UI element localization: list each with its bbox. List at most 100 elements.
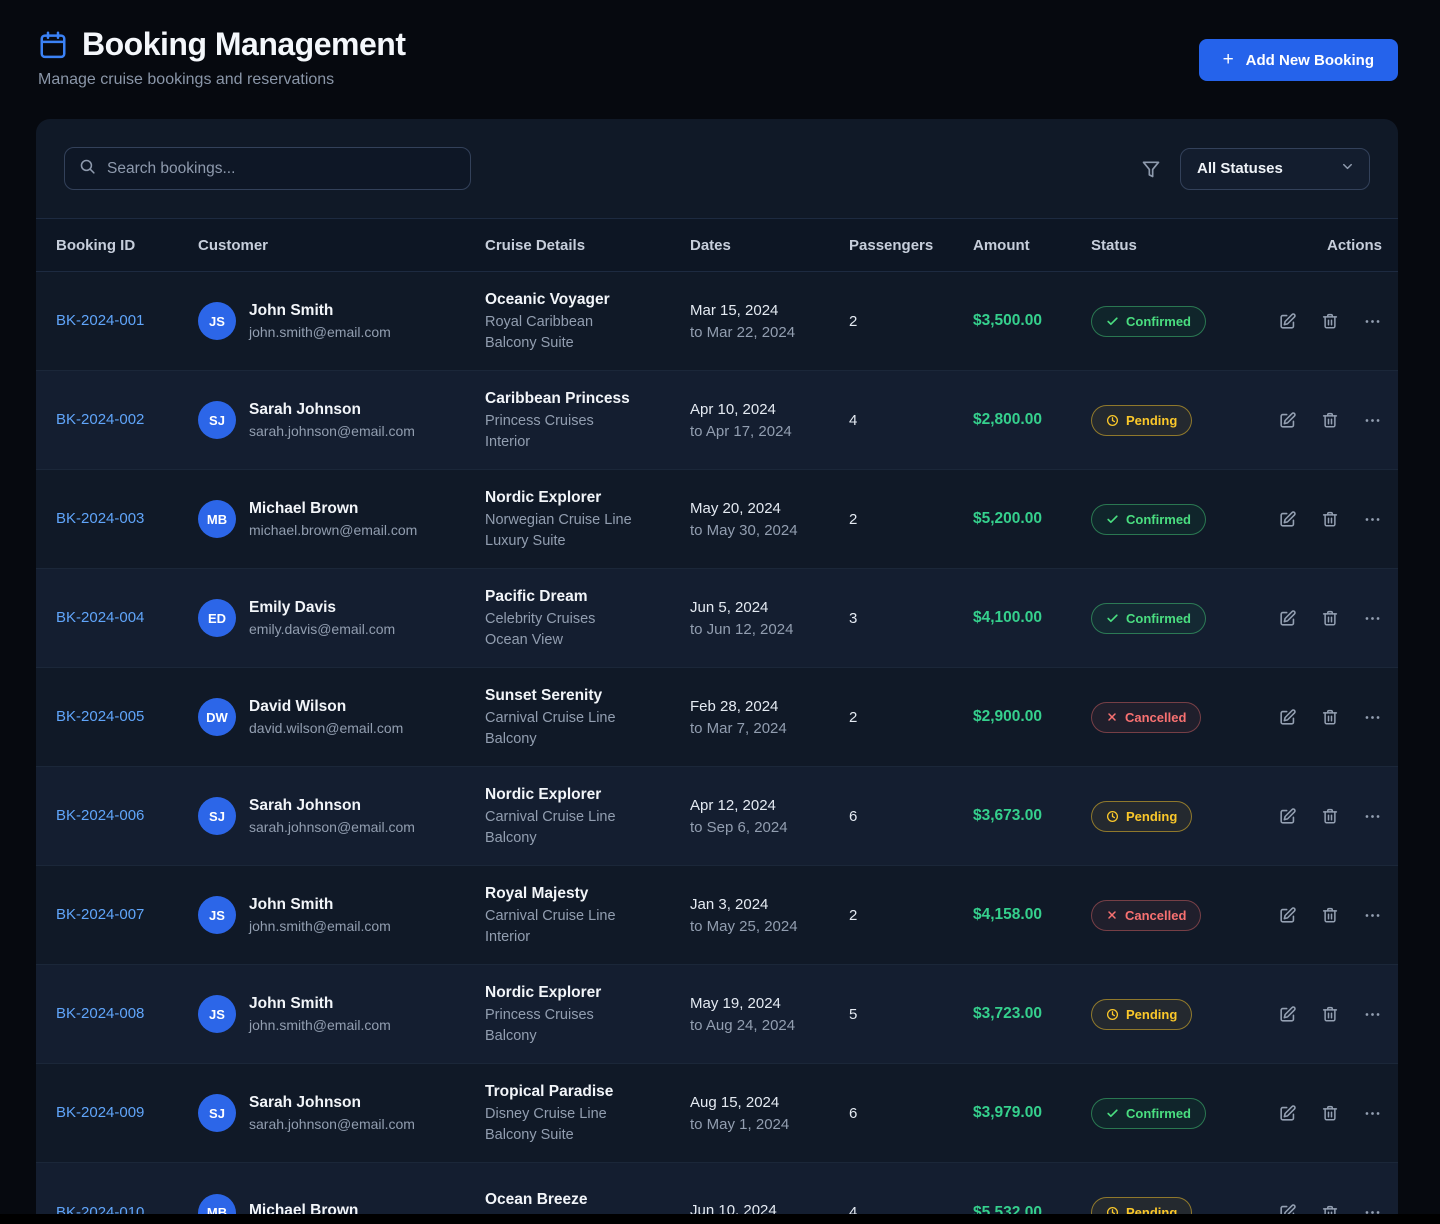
cruise-line: Carnival Cruise Line — [485, 809, 690, 825]
customer-name: Michael Brown — [249, 1202, 358, 1215]
booking-id-link[interactable]: BK-2024-001 — [56, 312, 144, 329]
edit-button[interactable] — [1278, 708, 1297, 727]
amount-value: $2,900.00 — [973, 708, 1091, 726]
cruise-ship: Nordic Explorer — [485, 489, 690, 507]
booking-id-link[interactable]: BK-2024-002 — [56, 411, 144, 428]
delete-button[interactable] — [1321, 1204, 1339, 1215]
more-actions-button[interactable] — [1363, 807, 1382, 826]
booking-id-link[interactable]: BK-2024-009 — [56, 1104, 144, 1121]
amount-value: $5,532.00 — [973, 1204, 1091, 1215]
cruise-ship: Pacific Dream — [485, 588, 690, 606]
edit-button[interactable] — [1278, 1104, 1297, 1123]
edit-button[interactable] — [1278, 807, 1297, 826]
more-actions-button[interactable] — [1363, 1005, 1382, 1024]
clock-icon — [1106, 414, 1119, 427]
booking-id-link[interactable]: BK-2024-007 — [56, 906, 144, 923]
delete-button[interactable] — [1321, 1104, 1339, 1122]
date-end: to Jun 12, 2024 — [690, 621, 849, 638]
customer-name: John Smith — [249, 995, 391, 1013]
cruise-cabin: Balcony Suite — [485, 1127, 690, 1143]
page-title: Booking Management — [82, 26, 405, 63]
status-label: Confirmed — [1126, 512, 1191, 527]
table-row: BK-2024-005 DW David Wilson david.wilson… — [36, 668, 1398, 767]
passenger-count: 2 — [849, 709, 973, 726]
status-label: Cancelled — [1125, 908, 1186, 923]
table-body: BK-2024-001 JS John Smith john.smith@ema… — [36, 272, 1398, 1214]
customer-email: david.wilson@email.com — [249, 720, 403, 736]
delete-button[interactable] — [1321, 312, 1339, 330]
plus-icon: + — [1223, 50, 1234, 69]
customer-email: john.smith@email.com — [249, 1017, 391, 1033]
search-input[interactable] — [107, 160, 456, 178]
date-start: May 20, 2024 — [690, 500, 849, 517]
clock-icon — [1106, 1008, 1119, 1021]
toolbar: All Statuses — [36, 119, 1398, 218]
delete-button[interactable] — [1321, 906, 1339, 924]
delete-button[interactable] — [1321, 609, 1339, 627]
avatar-initials: SJ — [209, 809, 225, 824]
delete-button[interactable] — [1321, 510, 1339, 528]
date-start: Aug 15, 2024 — [690, 1094, 849, 1111]
more-actions-button[interactable] — [1363, 1104, 1382, 1123]
delete-button[interactable] — [1321, 1005, 1339, 1023]
passenger-count: 6 — [849, 1105, 973, 1122]
avatar-initials: MB — [207, 1205, 227, 1214]
column-customer: Customer — [198, 237, 485, 254]
status-label: Cancelled — [1125, 710, 1186, 725]
status-badge: Confirmed — [1091, 504, 1206, 535]
date-start: Apr 10, 2024 — [690, 401, 849, 418]
edit-button[interactable] — [1278, 510, 1297, 529]
delete-button[interactable] — [1321, 708, 1339, 726]
more-actions-button[interactable] — [1363, 411, 1382, 430]
avatar: SJ — [198, 797, 236, 835]
amount-value: $3,673.00 — [973, 807, 1091, 825]
cruise-cabin: Ocean View — [485, 632, 690, 648]
table-header: Booking ID Customer Cruise Details Dates… — [36, 218, 1398, 272]
cruise-ship: Sunset Serenity — [485, 687, 690, 705]
booking-id-link[interactable]: BK-2024-010 — [56, 1204, 144, 1215]
more-actions-button[interactable] — [1363, 510, 1382, 529]
status-filter-select[interactable]: All Statuses — [1180, 148, 1370, 190]
edit-button[interactable] — [1278, 609, 1297, 628]
passenger-count: 6 — [849, 808, 973, 825]
more-actions-button[interactable] — [1363, 1203, 1382, 1214]
more-actions-button[interactable] — [1363, 708, 1382, 727]
avatar-initials: SJ — [209, 1106, 225, 1121]
cruise-cabin: Balcony — [485, 1028, 690, 1044]
status-label: Confirmed — [1126, 314, 1191, 329]
cruise-cabin: Balcony — [485, 830, 690, 846]
booking-id-link[interactable]: BK-2024-004 — [56, 609, 144, 626]
cruise-ship: Royal Majesty — [485, 885, 690, 903]
more-actions-button[interactable] — [1363, 609, 1382, 628]
delete-button[interactable] — [1321, 411, 1339, 429]
passenger-count: 2 — [849, 511, 973, 528]
customer-email: sarah.johnson@email.com — [249, 423, 415, 439]
filter-icon[interactable] — [1141, 159, 1161, 179]
add-new-booking-button[interactable]: + Add New Booking — [1199, 39, 1398, 81]
passenger-count: 2 — [849, 907, 973, 924]
booking-id-link[interactable]: BK-2024-006 — [56, 807, 144, 824]
amount-value: $2,800.00 — [973, 411, 1091, 429]
cruise-cabin: Interior — [485, 434, 690, 450]
delete-button[interactable] — [1321, 807, 1339, 825]
cruise-cabin: Interior — [485, 929, 690, 945]
edit-button[interactable] — [1278, 1203, 1297, 1214]
amount-value: $4,100.00 — [973, 609, 1091, 627]
edit-button[interactable] — [1278, 906, 1297, 925]
edit-button[interactable] — [1278, 411, 1297, 430]
booking-id-link[interactable]: BK-2024-005 — [56, 708, 144, 725]
booking-id-link[interactable]: BK-2024-008 — [56, 1005, 144, 1022]
passenger-count: 4 — [849, 412, 973, 429]
chevron-down-icon — [1340, 159, 1355, 179]
add-new-booking-label: Add New Booking — [1246, 52, 1374, 69]
edit-button[interactable] — [1278, 312, 1297, 331]
more-actions-button[interactable] — [1363, 312, 1382, 331]
cruise-line: Carnival Cruise Line — [485, 710, 690, 726]
status-label: Pending — [1126, 1205, 1177, 1214]
column-status: Status — [1091, 237, 1266, 254]
edit-button[interactable] — [1278, 1005, 1297, 1024]
more-actions-button[interactable] — [1363, 906, 1382, 925]
cruise-ship: Nordic Explorer — [485, 786, 690, 804]
booking-id-link[interactable]: BK-2024-003 — [56, 510, 144, 527]
page-header: Booking Management Manage cruise booking… — [0, 0, 1440, 89]
